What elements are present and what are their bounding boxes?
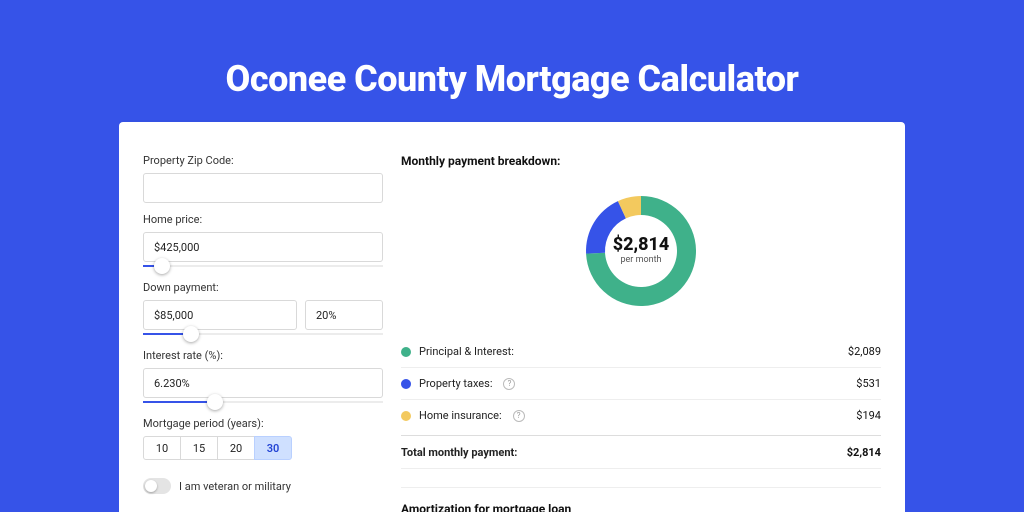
amort-title: Amortization for mortgage loan — [401, 502, 881, 512]
donut-svg: $2,814 per month — [576, 186, 706, 316]
breakdown-title: Monthly payment breakdown: — [401, 154, 881, 168]
legend-row-principal: Principal & Interest: $2,089 — [401, 336, 881, 368]
legend-row-taxes: Property taxes:? $531 — [401, 368, 881, 400]
price-label: Home price: — [143, 213, 383, 226]
donut-chart: $2,814 per month — [401, 180, 881, 336]
down-group: Down payment: — [143, 281, 383, 339]
info-icon[interactable]: ? — [503, 378, 515, 390]
insurance-label: Home insurance: — [419, 409, 502, 422]
donut-center-amount: $2,814 — [613, 234, 670, 255]
rate-label: Interest rate (%): — [143, 349, 383, 362]
period-option-15[interactable]: 15 — [180, 436, 218, 460]
down-slider[interactable] — [143, 329, 383, 339]
zip-label: Property Zip Code: — [143, 154, 383, 167]
breakdown-column: Monthly payment breakdown: $2,814 per mo… — [401, 154, 881, 512]
info-icon[interactable]: ? — [513, 410, 525, 422]
form-column: Property Zip Code: Home price: Down paym… — [143, 154, 383, 512]
veteran-toggle[interactable] — [143, 478, 171, 494]
period-option-20[interactable]: 20 — [217, 436, 255, 460]
period-option-10[interactable]: 10 — [143, 436, 181, 460]
slider-thumb[interactable] — [154, 258, 170, 274]
principal-amount: $2,089 — [848, 345, 881, 358]
insurance-amount: $194 — [856, 409, 881, 422]
down-label: Down payment: — [143, 281, 383, 294]
veteran-row: I am veteran or military — [143, 478, 383, 494]
period-option-30[interactable]: 30 — [254, 436, 292, 460]
taxes-amount: $531 — [856, 377, 881, 390]
calculator-card: Property Zip Code: Home price: Down paym… — [119, 122, 905, 512]
taxes-label: Property taxes: — [419, 377, 492, 390]
rate-slider[interactable] — [143, 397, 383, 407]
slider-thumb[interactable] — [207, 394, 223, 410]
period-label: Mortgage period (years): — [143, 417, 383, 430]
rate-group: Interest rate (%): — [143, 349, 383, 407]
period-options: 10152030 — [143, 436, 383, 460]
principal-dot-icon — [401, 347, 411, 357]
price-group: Home price: — [143, 213, 383, 271]
down-amount-input[interactable] — [143, 300, 297, 330]
slider-thumb[interactable] — [183, 326, 199, 342]
divider — [401, 487, 881, 488]
total-row: Total monthly payment: $2,814 — [401, 435, 881, 469]
taxes-dot-icon — [401, 379, 411, 389]
insurance-dot-icon — [401, 411, 411, 421]
donut-center-sub: per month — [620, 255, 661, 265]
period-group: Mortgage period (years): 10152030 — [143, 417, 383, 460]
price-slider[interactable] — [143, 261, 383, 271]
down-pct-input[interactable] — [305, 300, 383, 330]
veteran-label: I am veteran or military — [179, 480, 291, 493]
zip-input[interactable] — [143, 173, 383, 203]
page-title: Oconee County Mortgage Calculator — [0, 0, 1024, 122]
legend-row-insurance: Home insurance:? $194 — [401, 400, 881, 431]
total-label: Total monthly payment: — [401, 446, 517, 459]
zip-group: Property Zip Code: — [143, 154, 383, 203]
rate-input[interactable] — [143, 368, 383, 398]
legend: Principal & Interest: $2,089 Property taxe… — [401, 336, 881, 431]
price-input[interactable] — [143, 232, 383, 262]
principal-label: Principal & Interest: — [419, 345, 514, 358]
total-amount: $2,814 — [847, 446, 881, 459]
